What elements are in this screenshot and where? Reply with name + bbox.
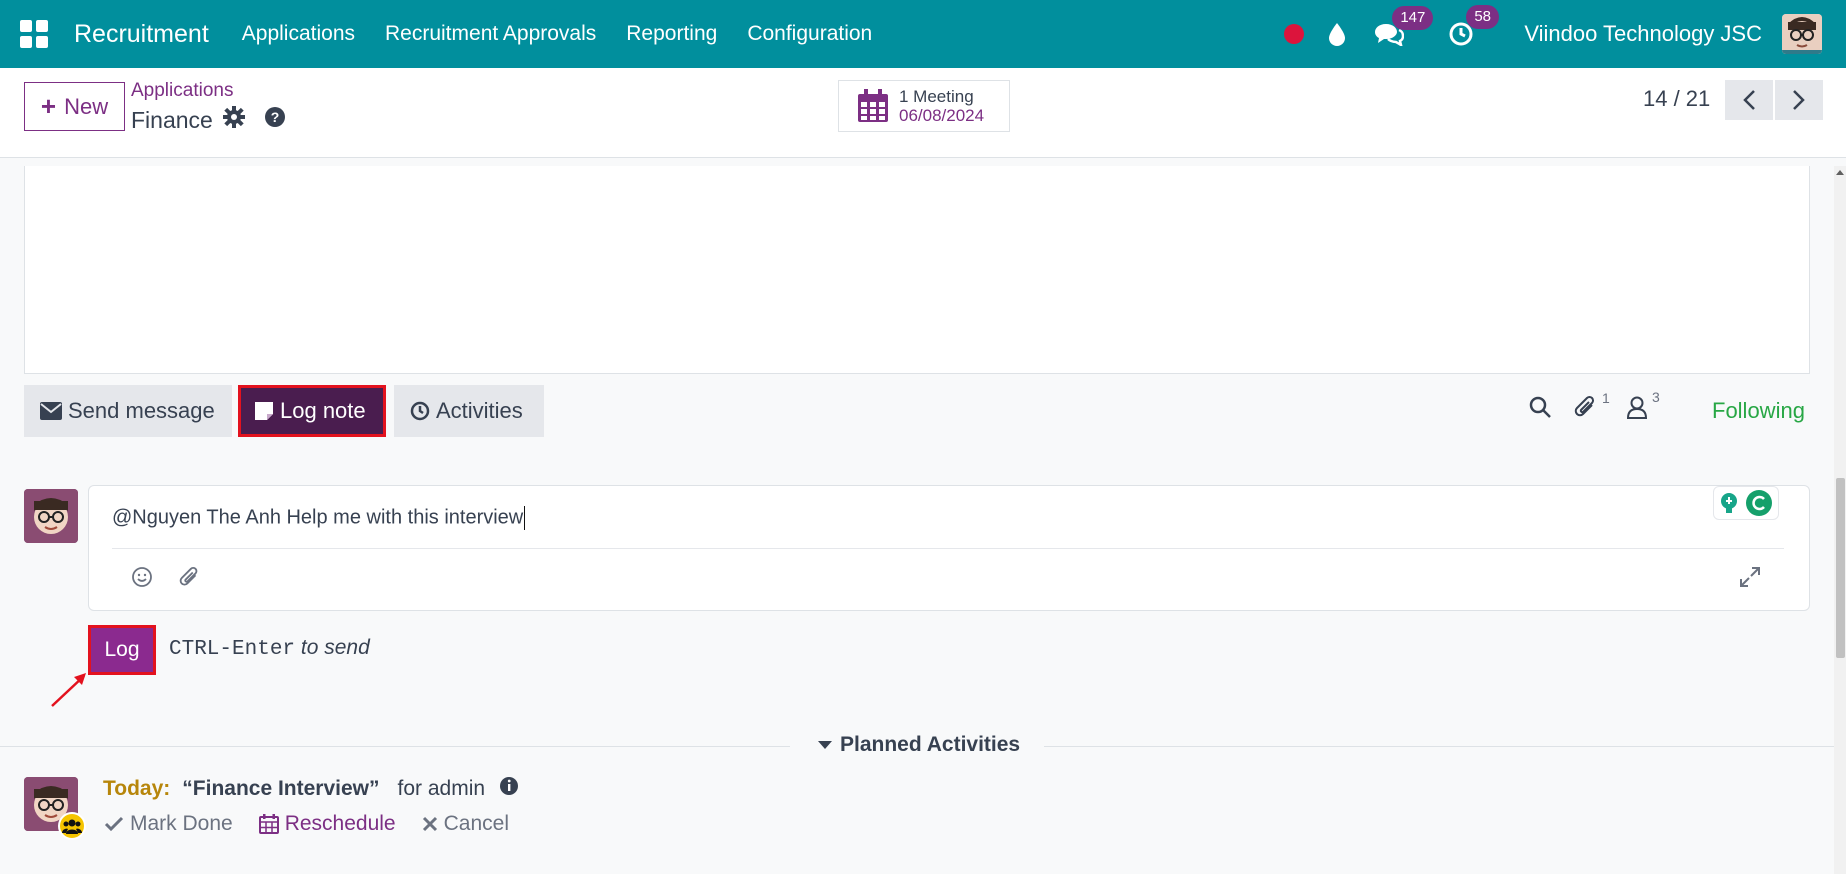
send-hint: CTRL-Enter to send xyxy=(169,636,370,661)
scrollbar-thumb[interactable] xyxy=(1836,478,1845,658)
breadcrumb-parent[interactable]: Applications xyxy=(131,80,233,102)
composer-input[interactable]: @Nguyen The Anh Help me with this interv… xyxy=(112,506,526,530)
form-editor-area[interactable] xyxy=(24,166,1810,374)
reschedule-label: Reschedule xyxy=(284,812,396,835)
check-icon xyxy=(104,816,124,832)
sticky-note-icon xyxy=(255,402,273,420)
followers-count: 3 xyxy=(1652,389,1660,405)
control-panel: + New Applications Finance ? 1 Meeting 0… xyxy=(0,68,1846,158)
menu-reporting[interactable]: Reporting xyxy=(611,22,732,46)
cancel-activity-button[interactable]: Cancel xyxy=(422,812,509,836)
planned-activities-toggle[interactable]: Planned Activities xyxy=(818,733,1020,757)
messages-badge: 147 xyxy=(1392,6,1434,30)
caret-down-icon xyxy=(818,741,832,749)
record-dot-icon[interactable] xyxy=(1284,24,1305,44)
record-title: Finance xyxy=(131,106,213,133)
activity-item: Today: “Finance Interview” for admin xyxy=(103,776,519,802)
water-drop-icon[interactable] xyxy=(1328,22,1346,46)
plus-icon: + xyxy=(40,91,57,121)
log-note-label: Log note xyxy=(280,398,366,423)
search-icon xyxy=(1529,396,1551,418)
expand-icon[interactable] xyxy=(1739,566,1761,593)
mark-done-label: Mark Done xyxy=(130,812,233,835)
question-circle-icon[interactable]: ? xyxy=(264,106,286,133)
log-note-button[interactable]: Log note xyxy=(238,385,386,437)
meeting-date: 06/08/2024 xyxy=(899,106,985,125)
activities-badge: 58 xyxy=(1466,5,1499,29)
reschedule-button[interactable]: Reschedule xyxy=(258,812,396,836)
gear-icon[interactable] xyxy=(222,106,245,134)
activity-summary: “Finance Interview” xyxy=(182,777,380,800)
info-circle-icon[interactable] xyxy=(499,776,519,802)
meeting-info: 1 Meeting 06/08/2024 xyxy=(899,87,984,125)
clock-icon xyxy=(410,401,430,421)
send-hint-text: to send xyxy=(300,636,370,659)
apps-grid-icon[interactable] xyxy=(20,20,48,48)
user-avatar[interactable] xyxy=(1782,14,1822,54)
text-caret xyxy=(524,506,526,530)
composer-attach-icon[interactable] xyxy=(179,566,201,595)
calendar-icon xyxy=(858,89,888,122)
attachments-button[interactable]: 1 xyxy=(1574,390,1610,421)
app-brand[interactable]: Recruitment xyxy=(74,20,209,49)
company-switcher[interactable]: Viindoo Technology JSC xyxy=(1524,21,1762,47)
chevron-left-icon xyxy=(1743,90,1755,110)
messages-menu[interactable]: 147 xyxy=(1374,6,1434,46)
log-button[interactable]: Log xyxy=(88,625,156,675)
user-icon xyxy=(1626,396,1648,419)
chevron-right-icon xyxy=(1793,90,1805,110)
menu-applications[interactable]: Applications xyxy=(227,22,370,46)
planned-activities-title: Planned Activities xyxy=(840,733,1021,756)
meeting-smart-button[interactable]: 1 Meeting 06/08/2024 xyxy=(838,80,1010,132)
log-note-composer: @Nguyen The Anh Help me with this interv… xyxy=(88,485,1810,611)
main-menu: Applications Recruitment Approvals Repor… xyxy=(227,22,887,46)
annotation-arrow-icon xyxy=(51,673,86,707)
envelope-icon xyxy=(40,402,62,420)
calendar-icon xyxy=(258,814,279,834)
menu-recruitment-approvals[interactable]: Recruitment Approvals xyxy=(370,22,611,46)
lightbulb-icon xyxy=(1721,493,1737,513)
following-button[interactable]: Following xyxy=(1712,398,1805,424)
mark-done-button[interactable]: Mark Done xyxy=(104,812,233,836)
send-message-button[interactable]: Send message xyxy=(24,385,232,437)
attachments-count: 1 xyxy=(1602,390,1610,406)
send-hint-key: CTRL-Enter xyxy=(169,638,296,661)
composer-divider xyxy=(112,548,1784,549)
grammarly-icon xyxy=(1746,490,1772,516)
cancel-label: Cancel xyxy=(443,812,509,835)
activity-actions: Mark Done Reschedule Cancel xyxy=(104,812,535,836)
grammar-assistant[interactable] xyxy=(1713,486,1779,520)
top-navbar: Recruitment Applications Recruitment App… xyxy=(0,0,1846,68)
scroll-up-arrow-icon[interactable] xyxy=(1836,170,1844,175)
send-message-label: Send message xyxy=(68,398,215,423)
chatter-search[interactable] xyxy=(1528,395,1552,419)
activities-button[interactable]: Activities xyxy=(394,385,544,437)
new-button[interactable]: + New xyxy=(24,82,125,131)
pager-previous-button[interactable] xyxy=(1725,80,1773,120)
activities-menu[interactable]: 58 xyxy=(1448,5,1499,47)
followers-button[interactable]: 3 xyxy=(1626,389,1660,419)
planned-divider-right xyxy=(1044,746,1834,747)
close-icon xyxy=(422,816,437,832)
activity-due-label: Today: xyxy=(103,777,171,800)
planned-divider-left xyxy=(0,746,790,747)
breadcrumb-current: Finance xyxy=(131,106,245,134)
navbar-systray: 147 58 Viindoo Technology JSC xyxy=(1284,0,1846,68)
pager-next-button[interactable] xyxy=(1775,80,1823,120)
pager-value[interactable]: 14 / 21 xyxy=(1643,86,1710,112)
activities-label: Activities xyxy=(436,398,523,423)
new-button-label: New xyxy=(64,93,109,119)
composer-input-text: @Nguyen The Anh Help me with this interv… xyxy=(112,506,524,529)
activity-assignee: for admin xyxy=(397,777,486,800)
composer-avatar xyxy=(24,489,78,543)
meeting-label: 1 Meeting xyxy=(899,87,974,106)
paperclip-icon xyxy=(1574,395,1595,417)
menu-configuration[interactable]: Configuration xyxy=(732,22,887,46)
svg-text:?: ? xyxy=(271,109,280,125)
emoji-icon[interactable] xyxy=(131,566,153,593)
meeting-users-icon xyxy=(58,812,86,840)
